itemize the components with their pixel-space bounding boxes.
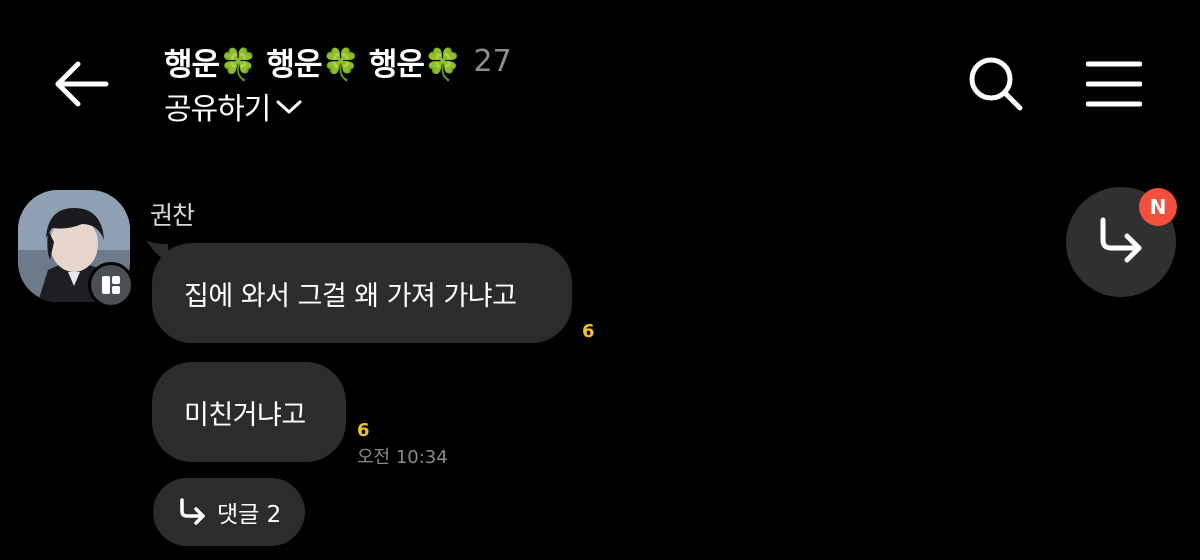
member-count: 27 (473, 43, 512, 79)
menu-button[interactable] (1076, 46, 1152, 122)
back-button[interactable] (44, 46, 120, 122)
reply-thread-button[interactable]: 댓글 2 (153, 478, 305, 546)
new-badge: N (1139, 188, 1177, 226)
unread-count: 6 (357, 420, 370, 441)
hamburger-menu-icon (1086, 61, 1142, 107)
reply-arrow-icon (180, 498, 205, 525)
message-text: 집에 와서 그걸 왜 가져 가냐고 (184, 280, 517, 312)
unread-count: 6 (582, 321, 595, 342)
chevron-down-icon (276, 100, 302, 114)
sender-name: 권찬 (150, 201, 195, 230)
search-icon (969, 57, 1023, 111)
share-dropdown[interactable]: 공유하기 (164, 84, 302, 128)
chat-title-row[interactable]: 행운🍀 행운🍀 행운🍀 27 (164, 36, 512, 86)
arrow-left-icon (55, 61, 109, 107)
reply-arrow-icon (1100, 217, 1142, 263)
message-text: 미친거냐고 (184, 399, 306, 431)
chat-title: 행운🍀 행운🍀 행운🍀 (164, 46, 463, 83)
share-label: 공유하기 (164, 92, 271, 127)
profile-badge-icon (88, 262, 134, 308)
search-button[interactable] (958, 46, 1034, 122)
message-time: 오전 10:34 (357, 447, 448, 468)
chat-room-screen: 행운🍀 행운🍀 행운🍀 27 공유하기 권찬 집에 와서 그걸 왜 가져 가냐고… (0, 0, 1200, 560)
message-bubble[interactable]: 미친거냐고 (152, 362, 346, 462)
reply-label: 댓글 2 (217, 502, 282, 528)
message-bubble[interactable]: 집에 와서 그걸 왜 가져 가냐고 (152, 243, 572, 343)
